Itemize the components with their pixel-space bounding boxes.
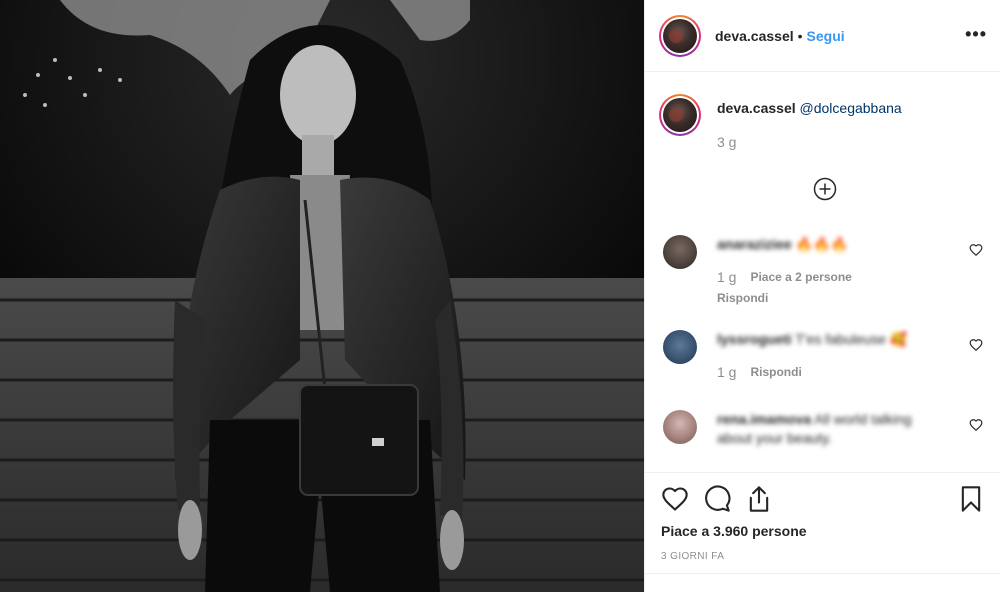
caption-avatar[interactable] xyxy=(659,94,701,136)
comment-like-heart-icon[interactable] xyxy=(969,338,983,352)
share-icon[interactable] xyxy=(745,485,773,513)
caption-time[interactable]: 3 g xyxy=(717,134,902,150)
comment-content: anaraziziee 🔥🔥🔥 xyxy=(717,235,947,254)
comment-meta: 1 g Piace a 2 persone xyxy=(717,268,947,287)
comment-time[interactable]: 1 g xyxy=(717,363,736,382)
header-separator: • xyxy=(797,27,803,44)
reply-button[interactable]: Rispondi xyxy=(717,289,947,308)
post-photo[interactable] xyxy=(0,0,644,592)
comment-content: lyssrogueti T'es fabuleuse 🥰 xyxy=(717,330,947,349)
caption-avatar-image xyxy=(663,98,697,132)
comment-username[interactable]: anaraziziee xyxy=(717,236,792,252)
post-caption: deva.cassel @dolcegabbana 3 g xyxy=(659,94,989,150)
comment-avatar[interactable] xyxy=(663,235,697,269)
header-username[interactable]: deva.cassel xyxy=(715,28,794,44)
comment-text: 🔥🔥🔥 xyxy=(795,236,848,252)
heart-icon[interactable] xyxy=(661,485,689,513)
avatar-image xyxy=(663,18,697,53)
bookmark-icon[interactable] xyxy=(957,485,985,513)
comment-likes[interactable]: Piace a 2 persone xyxy=(750,268,851,287)
post-date[interactable]: 3 GIORNI FA xyxy=(661,551,724,562)
follow-button[interactable]: Segui xyxy=(807,28,845,44)
divider xyxy=(645,573,1000,574)
comment-avatar[interactable] xyxy=(663,330,697,364)
avatar[interactable] xyxy=(659,14,701,57)
instagram-post: deva.cassel • Segui ••• deva.cassel @dol… xyxy=(0,0,1000,592)
caption-text: deva.cassel @dolcegabbana 3 g xyxy=(717,100,902,150)
post-photo-image xyxy=(0,0,644,592)
comment-username[interactable]: rena.imamova xyxy=(717,411,811,427)
load-more-comments-icon[interactable] xyxy=(813,177,837,201)
comment-like-heart-icon[interactable] xyxy=(969,243,983,257)
post-actions: Piace a 3.960 persone 3 GIORNI FA xyxy=(645,472,1000,592)
comment-username[interactable]: lyssrogueti xyxy=(717,331,792,347)
likes-count[interactable]: Piace a 3.960 persone xyxy=(661,523,807,539)
comment-text: T'es fabuleuse 🥰 xyxy=(795,331,908,347)
comment-icon[interactable] xyxy=(703,485,731,513)
post-side-panel: deva.cassel • Segui ••• deva.cassel @dol… xyxy=(644,0,1000,592)
comment-avatar[interactable] xyxy=(663,410,697,444)
comment-like-heart-icon[interactable] xyxy=(969,418,983,432)
caption-username[interactable]: deva.cassel xyxy=(717,100,796,116)
comment-content: rena.imamova All world talking about you… xyxy=(717,410,947,448)
reply-button[interactable]: Rispondi xyxy=(750,363,801,382)
more-options-icon[interactable]: ••• xyxy=(965,24,987,45)
comment-meta: 1 g Rispondi xyxy=(717,363,947,382)
comment-time[interactable]: 1 g xyxy=(717,268,736,287)
post-header: deva.cassel • Segui ••• xyxy=(645,0,1000,72)
caption-mention[interactable]: @dolcegabbana xyxy=(800,100,902,116)
